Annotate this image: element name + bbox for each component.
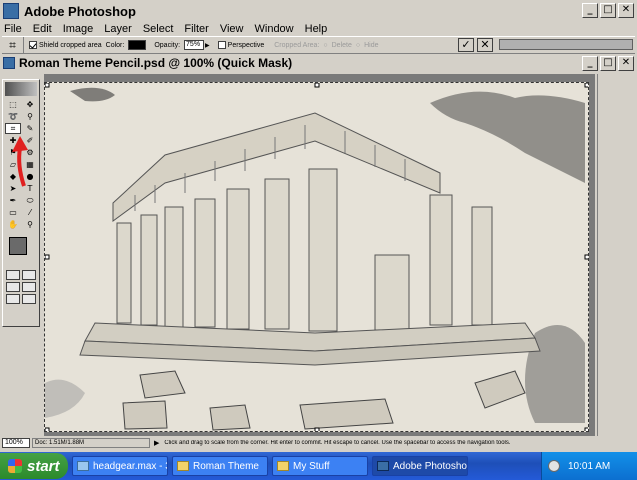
photoshop-logo-icon xyxy=(3,3,19,19)
taskbar: start headgear.max - 3... Roman Theme My… xyxy=(0,452,637,480)
menu-bar: File Edit Image Layer Select Filter View… xyxy=(0,22,637,36)
document-title-bar: Roman Theme Pencil.psd @ 100% (Quick Mas… xyxy=(0,54,637,72)
minimize-button[interactable]: _ xyxy=(582,3,598,18)
crop-icon[interactable]: ⌗ xyxy=(2,37,24,53)
cancel-button[interactable]: ✕ xyxy=(477,38,493,52)
taskbar-item-label: Adobe Photoshop xyxy=(393,460,468,472)
screen-mode-full-button[interactable] xyxy=(22,282,36,292)
shape-tool-icon[interactable]: ⬭ xyxy=(22,195,38,206)
doc-minimize-button[interactable]: _ xyxy=(582,56,598,71)
hand-tool-icon[interactable]: ✋ xyxy=(5,219,21,230)
opacity-arrow-icon[interactable]: ▶ xyxy=(205,42,210,49)
opacity-input[interactable]: 75% xyxy=(184,40,205,50)
menu-image[interactable]: Image xyxy=(63,23,94,35)
opacity-label: Opacity: xyxy=(154,41,181,49)
doc-maximize-button[interactable]: □ xyxy=(600,56,616,71)
document-icon xyxy=(3,57,15,69)
move-tool-icon[interactable]: ✥ xyxy=(22,99,38,110)
taskbar-item-label: headgear.max - 3... xyxy=(93,460,167,472)
screen-mode-standard-button[interactable] xyxy=(6,282,20,292)
annotation-arrow-icon xyxy=(12,136,28,187)
start-button[interactable]: start xyxy=(0,453,68,479)
hide-label: Hide xyxy=(364,41,379,49)
toolbox-header[interactable] xyxy=(5,82,37,96)
menu-file[interactable]: File xyxy=(4,23,22,35)
menu-window[interactable]: Window xyxy=(255,23,294,35)
delete-label: Delete xyxy=(331,41,352,49)
menu-help[interactable]: Help xyxy=(305,23,328,35)
taskbar-item-label: Roman Theme xyxy=(193,460,259,472)
palette-well[interactable] xyxy=(499,39,633,50)
menu-select[interactable]: Select xyxy=(143,23,174,35)
taskbar-item-photoshop[interactable]: Adobe Photoshop xyxy=(372,456,468,476)
status-hint: Click and drag to scale from the corner.… xyxy=(164,440,511,446)
menu-edit[interactable]: Edit xyxy=(33,23,52,35)
photoshop-icon xyxy=(377,461,389,471)
full-screen-button[interactable] xyxy=(22,294,36,304)
document-info[interactable]: Doc: 1.51M/1.88M xyxy=(32,438,150,448)
quick-mask-mode-button[interactable] xyxy=(22,270,36,280)
shield-cropped-area-checkbox[interactable] xyxy=(29,41,37,49)
pen-tool-icon[interactable]: ✒ xyxy=(5,195,21,206)
delete-radio-icon: ○ xyxy=(323,41,328,49)
eyedropper-tool-icon[interactable]: ⁄ xyxy=(22,207,38,218)
taskbar-item-label: My Stuff xyxy=(293,460,330,472)
image-canvas[interactable] xyxy=(44,82,589,432)
menu-view[interactable]: View xyxy=(220,23,244,35)
system-tray: 10:01 AM xyxy=(541,452,637,480)
status-arrow-icon[interactable]: ▶ xyxy=(154,439,159,447)
cropped-area-label: Cropped Area: xyxy=(274,41,320,49)
maximize-button[interactable]: □ xyxy=(600,3,616,18)
color-label: Color: xyxy=(105,41,125,49)
zoom-tool-icon[interactable]: ⚲ xyxy=(22,219,38,230)
lasso-tool-icon[interactable]: ➰ xyxy=(5,111,21,122)
doc-close-button[interactable]: ✕ xyxy=(618,56,634,71)
toolbox: ⬚ ✥ ➰ ⚲ ⌗ ✎ ✚ ✐ ⚑ ⚙ ▱ ▦ ◆ ● ➤ T ✒ ⬭ ▭ ⁄ … xyxy=(2,79,40,327)
shield-color-swatch[interactable] xyxy=(128,40,147,50)
color-swatches xyxy=(5,235,37,265)
app-title: Adobe Photoshop xyxy=(24,3,136,19)
start-label: start xyxy=(27,457,60,475)
vertical-scroll-area[interactable] xyxy=(597,74,625,436)
taskbar-item-roman-theme[interactable]: Roman Theme xyxy=(172,456,268,476)
shield-cropped-area-label: Shield cropped area xyxy=(39,41,102,49)
standard-mode-button[interactable] xyxy=(6,270,20,280)
clock: 10:01 AM xyxy=(568,460,611,472)
status-bar: 100% Doc: 1.51M/1.88M ▶ Click and drag t… xyxy=(2,437,635,449)
folder-icon xyxy=(177,461,189,471)
document-canvas-area[interactable] xyxy=(44,74,595,436)
marquee-tool-icon[interactable]: ⬚ xyxy=(5,99,21,110)
foreground-color-swatch[interactable] xyxy=(9,237,27,255)
perspective-label: Perspective xyxy=(227,41,265,49)
magic-wand-tool-icon[interactable]: ⚲ xyxy=(22,111,38,122)
hide-radio-icon: ○ xyxy=(355,41,361,49)
jump-to-imageready-button[interactable] xyxy=(6,294,20,304)
zoom-level-input[interactable]: 100% xyxy=(2,438,30,448)
document-title: Roman Theme Pencil.psd @ 100% (Quick Mas… xyxy=(19,56,293,70)
3dsmax-icon xyxy=(77,461,89,471)
commit-button[interactable]: ✓ xyxy=(458,38,474,52)
taskbar-item-headgear[interactable]: headgear.max - 3... xyxy=(72,456,168,476)
windows-logo-icon xyxy=(8,459,22,473)
folder-icon xyxy=(277,461,289,471)
perspective-checkbox[interactable] xyxy=(217,41,226,49)
options-bar: ⌗ Shield cropped area Color: Opacity: 75… xyxy=(2,36,635,54)
temple-sketch-image xyxy=(45,83,588,431)
menu-layer[interactable]: Layer xyxy=(104,23,132,35)
app-title-bar: Adobe Photoshop _ □ ✕ xyxy=(0,0,637,22)
taskbar-item-my-stuff[interactable]: My Stuff xyxy=(272,456,368,476)
tray-icon[interactable] xyxy=(548,460,560,472)
close-button[interactable]: ✕ xyxy=(618,3,634,18)
menu-filter[interactable]: Filter xyxy=(184,23,208,35)
notes-tool-icon[interactable]: ▭ xyxy=(5,207,21,218)
